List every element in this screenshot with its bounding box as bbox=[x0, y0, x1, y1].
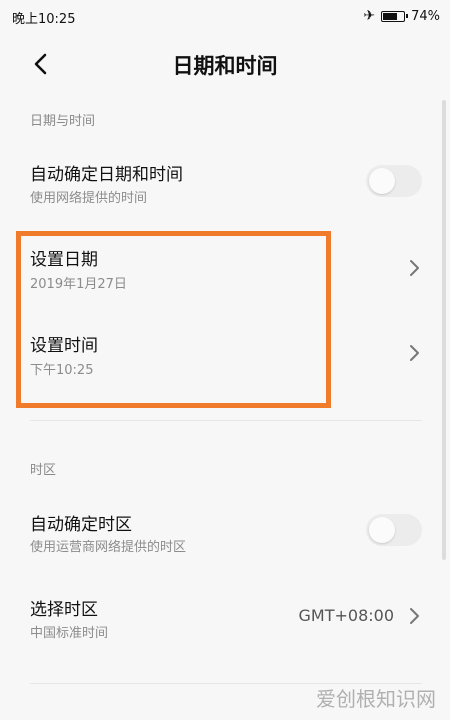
back-button[interactable] bbox=[22, 46, 58, 82]
set-time-value: 下午10:25 bbox=[30, 363, 94, 378]
auto-timezone-row[interactable]: 自动确定时区 使用运营商网络提供的时区 bbox=[0, 500, 440, 564]
watermark: 爱创根知识网 bbox=[316, 687, 436, 711]
header: 日期和时间 bbox=[0, 32, 450, 96]
airplane-icon: ✈ bbox=[363, 8, 376, 24]
battery-icon bbox=[381, 10, 409, 22]
set-time-title: 设置时间 bbox=[30, 336, 98, 356]
chevron-right-icon bbox=[410, 260, 419, 276]
select-timezone-row[interactable]: 选择时区 中国标准时间 GMT+08:00 bbox=[0, 585, 440, 649]
scrollbar[interactable] bbox=[442, 100, 446, 560]
chevron-right-icon bbox=[410, 608, 419, 624]
set-date-value: 2019年1月27日 bbox=[30, 277, 127, 292]
select-timezone-subtitle: 中国标准时间 bbox=[30, 626, 109, 641]
toggle-knob bbox=[369, 517, 395, 543]
select-timezone-title: 选择时区 bbox=[30, 600, 98, 620]
set-date-title: 设置日期 bbox=[30, 250, 98, 270]
auto-timezone-toggle[interactable] bbox=[366, 514, 422, 546]
section-divider bbox=[30, 420, 422, 421]
status-bar: 晚上10:25 ✈ 74% bbox=[0, 0, 450, 32]
back-arrow-icon bbox=[34, 53, 47, 75]
auto-date-time-row[interactable]: 自动确定日期和时间 使用网络提供的时间 bbox=[0, 150, 440, 214]
status-icons: ✈ 74% bbox=[363, 8, 440, 24]
battery-percent: 74% bbox=[411, 8, 440, 24]
section-label-date-time: 日期与时间 bbox=[30, 114, 96, 129]
section-label-timezone: 时区 bbox=[30, 463, 57, 478]
auto-date-time-title: 自动确定日期和时间 bbox=[30, 165, 183, 185]
auto-timezone-subtitle: 使用运营商网络提供的时区 bbox=[30, 540, 187, 555]
battery-fill bbox=[383, 12, 398, 20]
set-time-row[interactable]: 设置时间 下午10:25 bbox=[0, 322, 440, 388]
toggle-knob bbox=[369, 168, 395, 194]
chevron-right-icon bbox=[410, 345, 419, 361]
auto-date-time-toggle[interactable] bbox=[366, 165, 422, 197]
auto-timezone-title: 自动确定时区 bbox=[30, 515, 132, 535]
page-title: 日期和时间 bbox=[172, 54, 278, 78]
set-date-row[interactable]: 设置日期 2019年1月27日 bbox=[0, 236, 440, 302]
auto-date-time-subtitle: 使用网络提供的时间 bbox=[30, 191, 148, 206]
status-time: 晚上10:25 bbox=[12, 12, 76, 27]
timezone-value: GMT+08:00 bbox=[298, 606, 395, 625]
